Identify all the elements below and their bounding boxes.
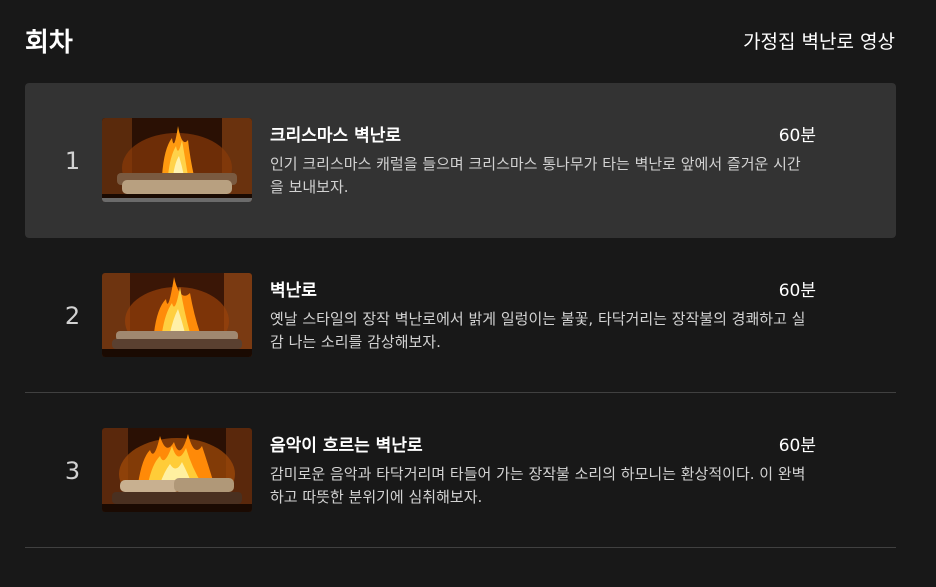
episode-duration: 60분	[778, 281, 816, 301]
episode-title: 음악이 흐르는 벽난로	[270, 436, 423, 456]
episode-description: 인기 크리스마스 캐럴을 들으며 크리스마스 통나무가 타는 벽난로 앞에서 즐…	[270, 155, 801, 196]
episode-thumbnail[interactable]	[102, 428, 252, 512]
episode-thumbnail[interactable]	[102, 118, 252, 202]
episode-description: 옛날 스타일의 장작 벽난로에서 밝게 일렁이는 불꽃, 타닥거리는 장작불의 …	[270, 310, 806, 351]
episode-title: 벽난로	[270, 281, 317, 301]
episode-list: 1 크리스마스 벽난로 60분 인기 크리스마스 캐럴을 들으며 크리스마스 통…	[25, 83, 896, 548]
page-title: 회차	[25, 27, 73, 58]
watch-progress-bar	[102, 198, 252, 202]
episode-item-2[interactable]: 2 벽난로 60분 옛날 스타일의 장작 벽난로에서 밝게 일렁이는 불꽃, 타…	[25, 238, 896, 393]
episode-duration: 60분	[778, 436, 816, 456]
episode-item-1[interactable]: 1 크리스마스 벽난로 60분 인기 크리스마스 캐럴을 들으며 크리스마스 통…	[25, 83, 896, 238]
episode-duration: 60분	[778, 126, 816, 146]
fireplace-image	[102, 118, 252, 202]
episode-description: 감미로운 음악과 타닥거리며 타들어 가는 장작불 소리의 하모니는 환상적이다…	[270, 465, 806, 506]
episodes-header: 회차 가정집 벽난로 영상	[25, 18, 895, 62]
season-label: 가정집 벽난로 영상	[743, 30, 895, 53]
episode-title: 크리스마스 벽난로	[270, 126, 402, 146]
fireplace-image	[102, 273, 252, 357]
fireplace-image	[102, 428, 252, 512]
episode-thumbnail[interactable]	[102, 273, 252, 357]
episode-item-3[interactable]: 3 음악이 흐르는 벽난로 60분 감미로운 음악과 타닥거리며 타들어 가는 …	[25, 393, 896, 548]
